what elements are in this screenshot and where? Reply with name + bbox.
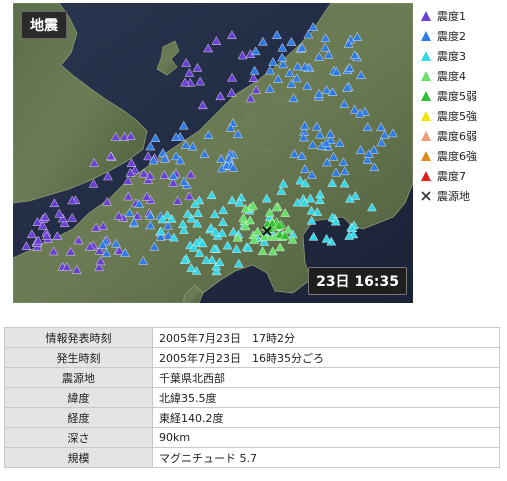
- info-value: 千葉県北西部: [152, 367, 500, 388]
- cross-icon: [421, 191, 431, 201]
- triangle-icon: [421, 91, 431, 101]
- info-label: 情報発表時刻: [4, 327, 153, 348]
- info-value: 東経140.2度: [152, 407, 500, 428]
- legend-item-epicenter: 震源地: [420, 186, 505, 206]
- table-row: 深さ 90km: [4, 427, 500, 448]
- legend-label: 震度3: [437, 50, 466, 63]
- legend-item-shindo-4: 震度4: [420, 66, 505, 86]
- triangle-icon: [421, 51, 431, 61]
- legend-item-shindo-2: 震度2: [420, 26, 505, 46]
- legend-label: 震源地: [437, 190, 470, 203]
- info-value: 北緯35.5度: [152, 387, 500, 408]
- table-row: 規模 マグニチュード 5.7: [4, 447, 500, 468]
- legend-item-shindo-6-lower: 震度6弱: [420, 126, 505, 146]
- legend-item-shindo-3: 震度3: [420, 46, 505, 66]
- table-row: 発生時刻 2005年7月23日 16時35分ごろ: [4, 347, 500, 368]
- triangle-icon: [421, 151, 431, 161]
- triangle-icon: [421, 11, 431, 21]
- triangle-icon: [421, 31, 431, 41]
- info-label: 発生時刻: [4, 347, 153, 368]
- info-value: マグニチュード 5.7: [152, 447, 500, 468]
- legend-label: 震度4: [437, 70, 466, 83]
- triangle-icon: [421, 111, 431, 121]
- info-label: 緯度: [4, 387, 153, 408]
- map-canvas: [13, 3, 413, 303]
- legend-item-shindo-5-upper: 震度5強: [420, 106, 505, 126]
- legend-label: 震度7: [437, 170, 466, 183]
- time-label: 23日 16:35: [308, 267, 407, 295]
- info-label: 深さ: [4, 427, 153, 448]
- info-value: 2005年7月23日 16時35分ごろ: [152, 347, 500, 368]
- legend-label: 震度2: [437, 30, 466, 43]
- info-label: 震源地: [4, 367, 153, 388]
- legend-label: 震度6強: [437, 150, 477, 163]
- triangle-icon: [421, 131, 431, 141]
- info-label: 規模: [4, 447, 153, 468]
- legend-label: 震度1: [437, 10, 466, 23]
- table-row: 経度 東経140.2度: [4, 407, 500, 428]
- legend-label: 震度6弱: [437, 130, 477, 143]
- earthquake-info-table: 情報発表時刻 2005年7月23日 17時2分 発生時刻 2005年7月23日 …: [4, 327, 500, 468]
- info-value: 2005年7月23日 17時2分: [152, 327, 500, 348]
- legend-label: 震度5強: [437, 110, 477, 123]
- legend-item-shindo-7: 震度7: [420, 166, 505, 186]
- info-value: 90km: [152, 427, 500, 448]
- table-row: 情報発表時刻 2005年7月23日 17時2分: [4, 327, 500, 348]
- table-row: 緯度 北緯35.5度: [4, 387, 500, 408]
- triangle-icon: [421, 71, 431, 81]
- legend-item-shindo-6-upper: 震度6強: [420, 146, 505, 166]
- legend: 震度1 震度2 震度3 震度4 震度5弱 震度5強 震度6弱 震度6強 震度7 …: [420, 6, 505, 206]
- triangle-icon: [421, 171, 431, 181]
- info-label: 経度: [4, 407, 153, 428]
- legend-label: 震度5弱: [437, 90, 477, 103]
- legend-item-shindo-5-lower: 震度5弱: [420, 86, 505, 106]
- table-row: 震源地 千葉県北西部: [4, 367, 500, 388]
- legend-item-shindo-1: 震度1: [420, 6, 505, 26]
- intensity-map: 地震 23日 16:35: [13, 3, 413, 303]
- map-title: 地震: [21, 11, 67, 39]
